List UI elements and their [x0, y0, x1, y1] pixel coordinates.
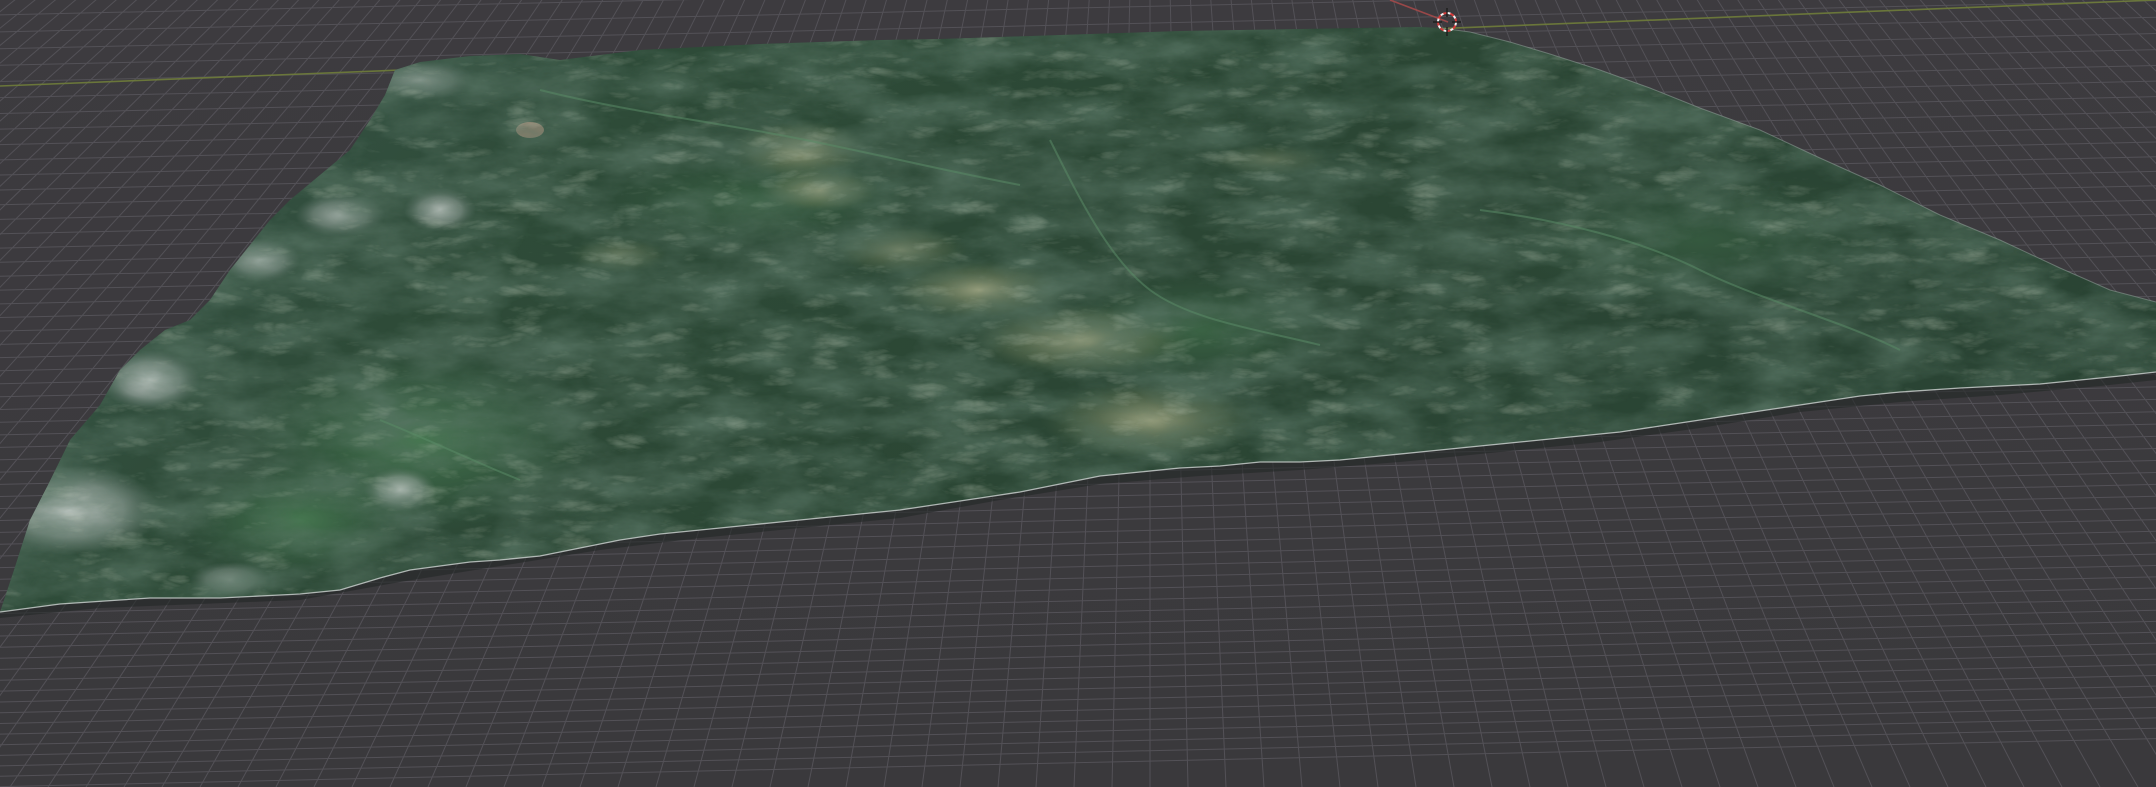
3d-viewport[interactable] — [0, 0, 2156, 787]
viewport-canvas[interactable] — [0, 0, 2156, 787]
